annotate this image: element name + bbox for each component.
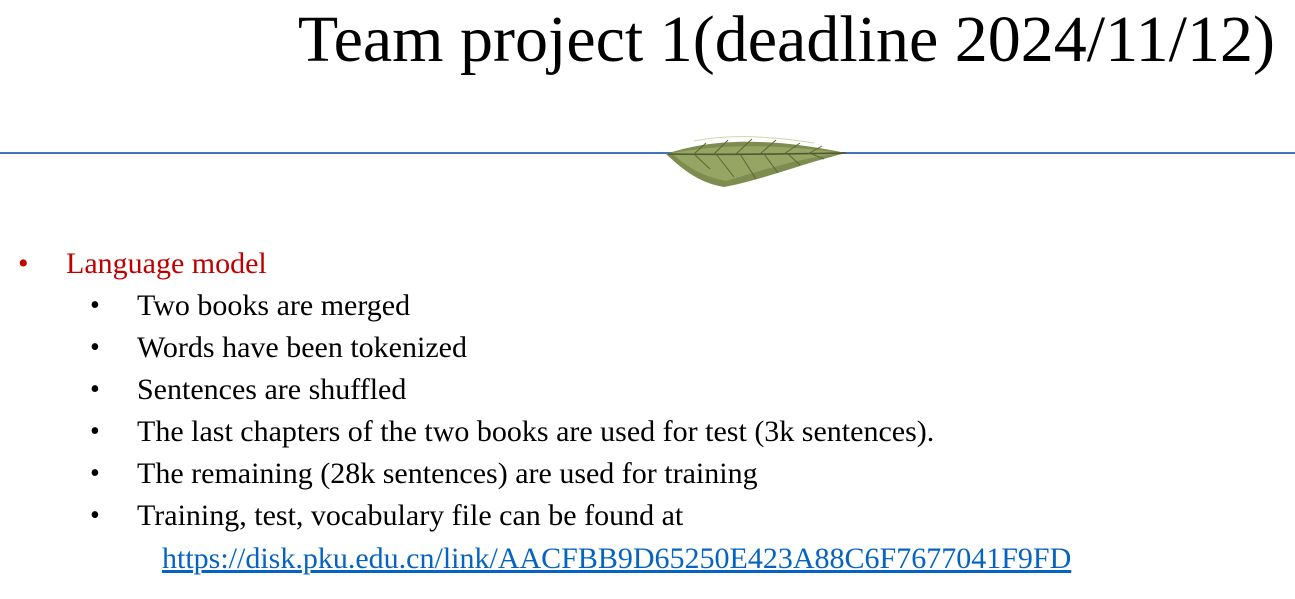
sub-bullet-text: Two books are merged xyxy=(137,289,411,322)
bullet-marker: • xyxy=(18,247,29,280)
bullet-marker: • xyxy=(90,374,100,405)
sub-bullet-text: The last chapters of the two books are u… xyxy=(137,415,935,448)
sub-bullet-text: Words have been tokenized xyxy=(137,331,467,364)
leaf-ornament-icon xyxy=(666,136,847,187)
bullet-marker: • xyxy=(90,416,100,447)
bullet-marker: • xyxy=(90,458,100,489)
slide-title: Team project 1(deadline 2024/11/12) xyxy=(297,3,1275,76)
sub-bullet-text: Training, test, vocabulary file can be f… xyxy=(137,499,684,532)
slide: Team project 1(deadline 2024/11/12) • La… xyxy=(0,0,1295,599)
title-divider xyxy=(0,152,1295,154)
sub-bullet-text: Sentences are shuffled xyxy=(137,373,407,406)
bullet-marker: • xyxy=(90,500,100,531)
sub-bullet-text: The remaining (28k sentences) are used f… xyxy=(137,457,758,490)
download-link[interactable]: https://disk.pku.edu.cn/link/AACFBB9D652… xyxy=(162,538,1071,580)
bullet-heading: Language model xyxy=(66,247,267,280)
bullet-marker: • xyxy=(90,332,100,363)
bullet-marker: • xyxy=(90,290,100,321)
